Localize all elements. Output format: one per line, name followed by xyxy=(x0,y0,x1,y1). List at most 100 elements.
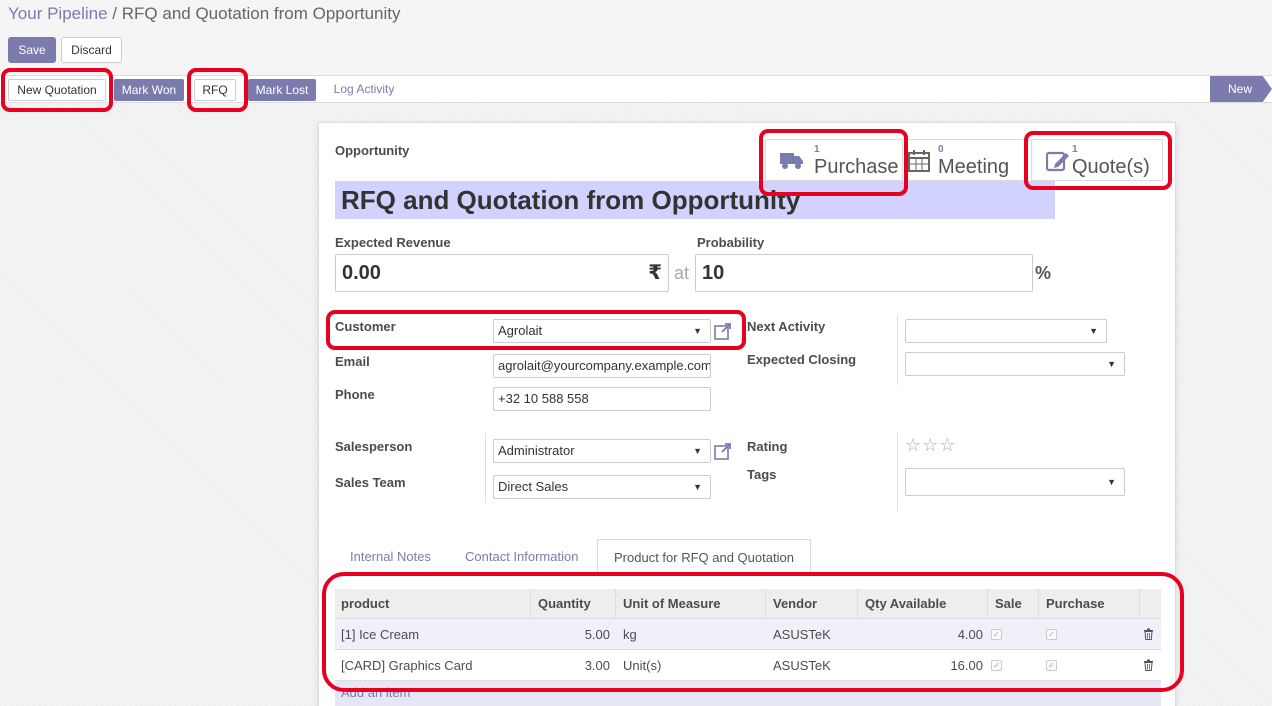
tags-input[interactable]: ▼ xyxy=(905,468,1125,496)
sale-checkbox[interactable]: ✓ xyxy=(991,629,1002,640)
edit-icon xyxy=(1045,150,1070,175)
rfq-button[interactable]: RFQ xyxy=(194,79,236,101)
breadcrumb-current: RFQ and Quotation from Opportunity xyxy=(121,4,401,23)
column-product[interactable]: product xyxy=(341,589,389,619)
email-input[interactable]: agrolait@yourcompany.example.com xyxy=(493,354,711,378)
expected-revenue-label: Expected Revenue xyxy=(335,235,451,250)
quotes-smart-button[interactable]: 1 Quote(s) xyxy=(1031,139,1163,181)
tags-label: Tags xyxy=(747,467,777,482)
add-item-link[interactable]: Add an item xyxy=(341,681,410,705)
probability-input[interactable]: 10 xyxy=(695,254,1033,292)
phone-label: Phone xyxy=(335,387,375,402)
column-divider xyxy=(897,433,898,511)
new-quotation-button[interactable]: New Quotation xyxy=(8,79,106,101)
salesperson-label: Salesperson xyxy=(335,439,413,454)
tab-internal-notes[interactable]: Internal Notes xyxy=(350,539,431,575)
customer-label: Customer xyxy=(335,319,396,334)
breadcrumb: Your Pipeline / RFQ and Quotation from O… xyxy=(8,4,401,24)
external-link-icon[interactable] xyxy=(714,322,732,340)
tab-product-rfq-quotation[interactable]: Product for RFQ and Quotation xyxy=(597,539,811,575)
column-separator xyxy=(765,589,766,619)
cell-qty-available: 16.00 xyxy=(950,658,983,673)
opportunity-label: Opportunity xyxy=(335,143,410,158)
chevron-down-icon: ▼ xyxy=(693,482,702,492)
sale-checkbox[interactable]: ✓ xyxy=(991,660,1002,671)
purchase-count: 1 xyxy=(814,144,820,155)
probability-label: Probability xyxy=(697,235,765,250)
form-sheet: Opportunity 1 Purchase 0 Meeting 1 Quote… xyxy=(318,122,1176,706)
cell-product: [CARD] Graphics Card xyxy=(341,658,473,673)
breadcrumb-pipeline-link[interactable]: Your Pipeline xyxy=(8,4,108,23)
quotes-label: Quote(s) xyxy=(1072,156,1150,178)
calendar-icon xyxy=(908,150,930,175)
trash-icon[interactable] xyxy=(1143,659,1154,674)
star-icon[interactable]: ☆ xyxy=(905,435,922,455)
at-label: at xyxy=(674,263,690,283)
chevron-down-icon: ▼ xyxy=(1089,326,1098,336)
cell-vendor: ASUSTeK xyxy=(773,627,831,642)
purchase-checkbox[interactable]: ✓ xyxy=(1046,629,1057,640)
purchase-label: Purchase xyxy=(814,156,899,178)
percent-sign: % xyxy=(1035,263,1052,283)
mark-won-button[interactable]: Mark Won xyxy=(114,79,184,101)
cell-qty-available: 4.00 xyxy=(957,627,983,642)
meeting-smart-button[interactable]: 0 Meeting xyxy=(905,139,1025,181)
expected-closing-input[interactable]: ▼ xyxy=(905,352,1125,376)
trash-icon[interactable] xyxy=(1143,628,1154,643)
customer-select[interactable]: Agrolait ▼ xyxy=(493,319,711,343)
customer-value: Agrolait xyxy=(498,323,543,338)
cell-vendor: ASUSTeK xyxy=(773,658,831,673)
column-separator xyxy=(530,589,531,619)
star-icon[interactable]: ☆ xyxy=(939,435,956,455)
chevron-down-icon: ▼ xyxy=(693,446,702,456)
column-divider xyxy=(897,315,898,385)
next-activity-label: Next Activity xyxy=(747,319,826,334)
purchase-checkbox[interactable]: ✓ xyxy=(1046,660,1057,671)
star-icon[interactable]: ☆ xyxy=(922,435,939,455)
expected-revenue-value: 0.00 xyxy=(342,262,381,284)
salesperson-value: Administrator xyxy=(498,443,575,458)
table-row[interactable]: [1] Ice Cream 5.00 kg ASUSTeK 4.00 ✓ ✓ xyxy=(335,619,1161,650)
chevron-down-icon: ▼ xyxy=(693,326,702,336)
save-button[interactable]: Save xyxy=(8,37,56,63)
truck-icon xyxy=(780,150,804,173)
rating-label: Rating xyxy=(747,439,788,454)
column-vendor[interactable]: Vendor xyxy=(773,589,817,619)
mark-lost-button[interactable]: Mark Lost xyxy=(248,79,316,101)
expected-closing-label: Expected Closing xyxy=(747,352,857,367)
log-activity-button[interactable]: Log Activity xyxy=(326,79,402,101)
salesperson-select[interactable]: Administrator ▼ xyxy=(493,439,711,463)
rating-stars: ☆☆☆ xyxy=(905,435,956,456)
discard-button[interactable]: Discard xyxy=(61,37,122,63)
breadcrumb-separator: / xyxy=(112,4,118,23)
purchase-smart-button[interactable]: 1 Purchase xyxy=(765,139,903,181)
expected-revenue-input[interactable]: 0.00 ₹ xyxy=(335,254,669,292)
cell-uom: Unit(s) xyxy=(623,658,662,673)
column-quantity[interactable]: Quantity xyxy=(538,589,591,619)
column-separator xyxy=(1139,589,1140,619)
add-item-row: Add an item xyxy=(335,681,1161,706)
phone-input[interactable]: +32 10 588 558 xyxy=(493,387,711,411)
column-qty-available[interactable]: Qty Available xyxy=(865,589,946,619)
table-row[interactable]: [CARD] Graphics Card 3.00 Unit(s) ASUSTe… xyxy=(335,650,1161,681)
opportunity-name-input[interactable]: RFQ and Quotation from Opportunity xyxy=(335,181,1055,219)
stage-new[interactable]: New xyxy=(1210,76,1272,102)
sales-team-select[interactable]: Direct Sales ▼ xyxy=(493,475,711,499)
column-uom[interactable]: Unit of Measure xyxy=(623,589,721,619)
column-purchase[interactable]: Purchase xyxy=(1046,589,1105,619)
meeting-label: Meeting xyxy=(938,156,1010,178)
email-label: Email xyxy=(335,354,370,369)
column-separator xyxy=(615,589,616,619)
statusbar: New Quotation Mark Won RFQ Mark Lost Log… xyxy=(0,75,1272,103)
next-activity-select[interactable]: ▼ xyxy=(905,319,1107,343)
column-sale[interactable]: Sale xyxy=(995,589,1022,619)
cell-quantity: 3.00 xyxy=(584,658,610,673)
sales-team-value: Direct Sales xyxy=(498,479,569,494)
chevron-down-icon: ▼ xyxy=(1107,477,1116,487)
tab-contact-information[interactable]: Contact Information xyxy=(465,539,578,575)
external-link-icon[interactable] xyxy=(714,442,732,460)
cell-uom: kg xyxy=(623,627,637,642)
table-header: product Quantity Unit of Measure Vendor … xyxy=(335,589,1161,619)
currency-symbol: ₹ xyxy=(648,262,662,284)
column-separator xyxy=(1038,589,1039,619)
